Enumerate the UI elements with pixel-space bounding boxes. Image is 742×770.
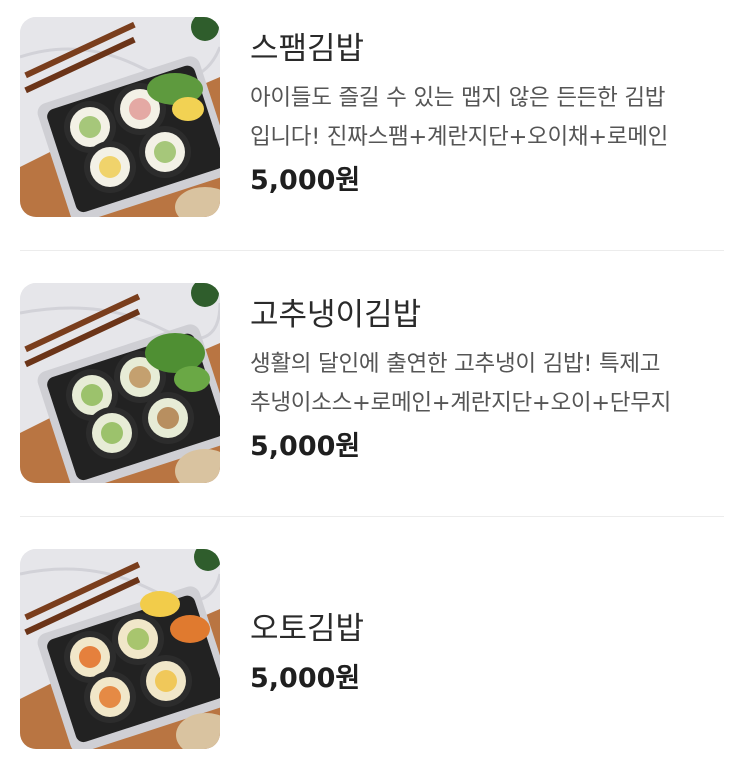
menu-item-image[interactable] [20,283,220,483]
gimbap-photo [20,283,220,483]
divider [20,516,724,517]
menu-item-name: 고추냉이김밥 [250,297,422,333]
menu-item-info: 고추냉이김밥 생활의 달인에 출연한 고추냉이 김밥! 특제고 추냉이소스+로메… [250,283,724,483]
menu-list: 스팸김밥 아이들도 즐길 수 있는 맵지 않은 든든한 김밥 입니다! 진짜스팸… [0,0,742,770]
menu-item-description-line-2: 입니다! 진짜스팸+계란지단+오이채+로메인 [250,124,669,150]
menu-item-price: 5,000원 [250,431,361,462]
gimbap-photo [20,17,220,217]
gimbap-photo [20,549,220,749]
menu-item-price: 5,000원 [250,663,361,694]
divider [20,250,724,251]
menu-item-info: 스팸김밥 아이들도 즐길 수 있는 맵지 않은 든든한 김밥 입니다! 진짜스팸… [250,17,724,217]
menu-item-name: 오토김밥 [250,611,365,647]
menu-item-spam-gimbap[interactable]: 스팸김밥 아이들도 즐길 수 있는 맵지 않은 든든한 김밥 입니다! 진짜스팸… [20,17,724,217]
menu-item-wasabi-gimbap[interactable]: 고추냉이김밥 생활의 달인에 출연한 고추냉이 김밥! 특제고 추냉이소스+로메… [20,283,724,483]
menu-item-image[interactable] [20,549,220,749]
menu-item-description-line-1: 아이들도 즐길 수 있는 맵지 않은 든든한 김밥 [250,85,666,111]
menu-item-oto-gimbap[interactable]: 오토김밥 5,000원 [20,549,724,749]
menu-item-info: 오토김밥 5,000원 [250,549,724,749]
menu-item-description-line-2: 추냉이소스+로메인+계란지단+오이+단무지 [250,390,672,416]
menu-item-name: 스팸김밥 [250,31,365,67]
menu-item-image[interactable] [20,17,220,217]
menu-item-description-line-1: 생활의 달인에 출연한 고추냉이 김밥! 특제고 [250,351,661,377]
menu-item-price: 5,000원 [250,165,361,196]
